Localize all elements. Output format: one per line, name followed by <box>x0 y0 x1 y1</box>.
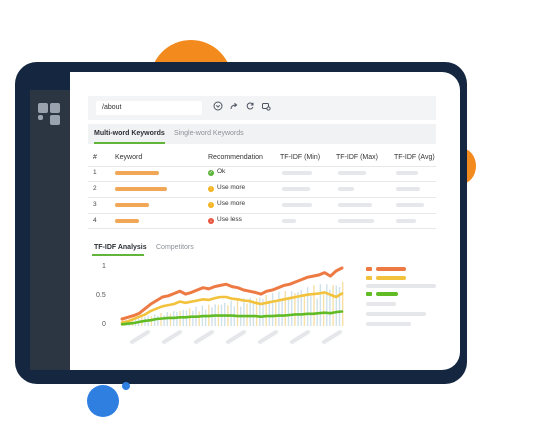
background-column <box>306 287 309 326</box>
background-column <box>198 311 200 326</box>
background-column <box>319 284 322 326</box>
legend-placeholder <box>366 312 426 316</box>
background-column <box>278 291 280 326</box>
x-tick-label-placeholder <box>194 330 214 344</box>
x-tick-label-placeholder <box>322 330 342 344</box>
background-column <box>310 296 312 326</box>
background-column <box>313 285 315 326</box>
background-column <box>326 284 328 326</box>
decorative-blue-circle <box>87 385 119 417</box>
background-column <box>204 309 207 326</box>
background-column <box>338 286 341 326</box>
background-column <box>246 303 248 326</box>
background-column <box>265 295 267 326</box>
background-column <box>342 282 344 326</box>
background-column <box>192 310 194 326</box>
background-column <box>275 302 277 326</box>
background-column <box>281 300 283 326</box>
background-column <box>287 296 290 326</box>
legend-placeholder <box>366 322 411 326</box>
x-tick-label-placeholder <box>226 330 246 344</box>
x-tick-label-placeholder <box>258 330 278 344</box>
legend-placeholder <box>366 302 396 306</box>
background-column <box>243 298 245 326</box>
background-column <box>157 315 159 326</box>
background-column <box>332 285 334 326</box>
x-tick-label-placeholder <box>162 330 182 344</box>
legend-marker <box>366 276 372 280</box>
background-column <box>322 294 325 326</box>
main-content-panel: /about Multi-word Keywords Single-word K… <box>70 72 460 370</box>
legend-placeholder <box>366 284 436 288</box>
background-column <box>303 294 306 326</box>
background-column <box>252 300 255 326</box>
background-column <box>236 299 239 326</box>
legend-marker <box>366 267 372 271</box>
background-column <box>163 315 165 326</box>
legend-series-bar <box>376 276 406 280</box>
background-column <box>271 293 274 326</box>
legend-series-bar <box>376 267 406 271</box>
background-column <box>268 300 271 326</box>
background-column <box>169 313 172 326</box>
background-column <box>335 285 337 326</box>
decorative-blue-dot <box>122 382 130 390</box>
background-column <box>284 291 286 326</box>
x-tick-label-placeholder <box>290 330 310 344</box>
app-logo-icon[interactable] <box>38 103 62 127</box>
sidebar <box>30 90 70 370</box>
background-column <box>259 297 261 326</box>
x-tick-label-placeholder <box>130 330 150 344</box>
background-column <box>230 300 232 326</box>
legend-series-bar <box>376 292 398 296</box>
legend-marker <box>366 292 372 296</box>
